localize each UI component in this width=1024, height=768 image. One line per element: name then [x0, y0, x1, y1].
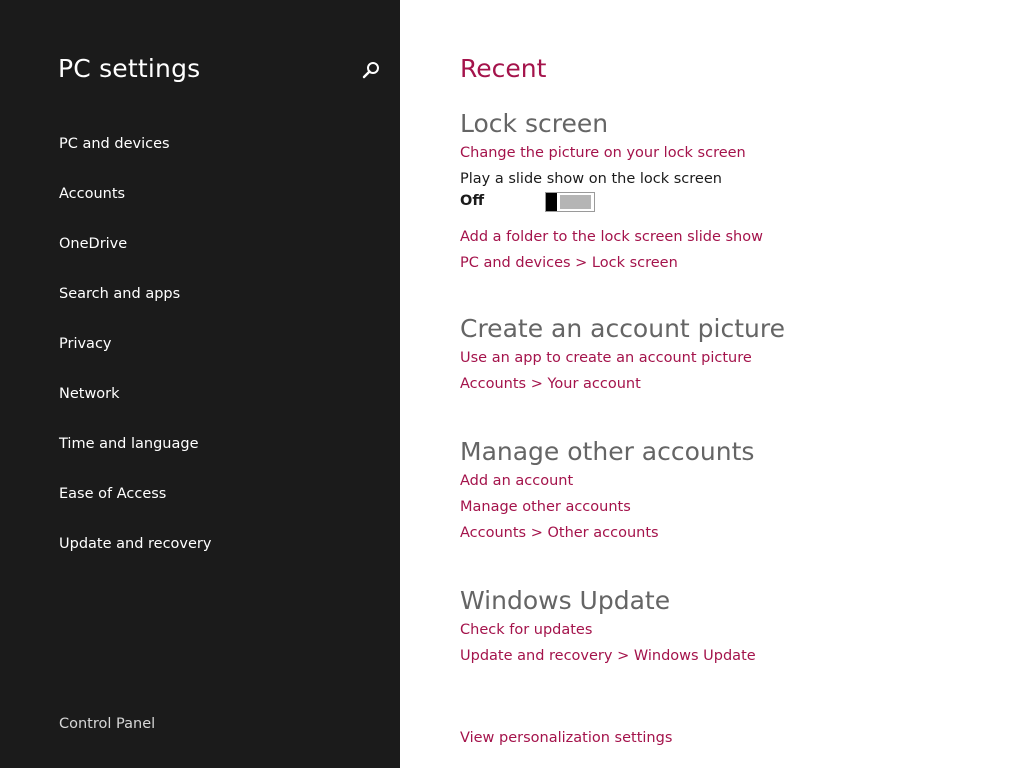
sidebar-nav: PC and devices Accounts OneDrive Search … [59, 132, 211, 582]
sidebar-item-search-and-apps[interactable]: Search and apps [59, 282, 211, 332]
lock-screen-section: Lock screen Change the picture on your l… [460, 108, 763, 276]
other-accounts-section: Manage other accounts Add an account Man… [460, 436, 754, 546]
sidebar-item-network[interactable]: Network [59, 382, 211, 432]
account-picture-title: Create an account picture [460, 314, 785, 343]
slideshow-label: Play a slide show on the lock screen [460, 171, 722, 187]
sidebar-item-update-and-recovery[interactable]: Update and recovery [59, 532, 211, 582]
sidebar-item-time-and-language[interactable]: Time and language [59, 432, 211, 482]
sidebar-item-privacy[interactable]: Privacy [59, 332, 211, 382]
slideshow-toggle[interactable] [545, 192, 595, 212]
other-accounts-title: Manage other accounts [460, 437, 755, 466]
slideshow-toggle-row: Off [460, 192, 763, 216]
sidebar-item-accounts[interactable]: Accounts [59, 182, 211, 232]
change-lock-picture-link[interactable]: Change the picture on your lock screen [460, 140, 763, 166]
control-panel-link[interactable]: Control Panel [59, 716, 155, 732]
search-icon [362, 62, 379, 79]
recent-heading: Recent [460, 54, 547, 83]
pc-settings-screen: PC settings PC and devices Accounts OneD… [0, 0, 1024, 768]
windows-update-breadcrumb-link[interactable]: Update and recovery > Windows Update [460, 643, 756, 669]
slideshow-toggle-state: Off [460, 193, 485, 209]
page-title: PC settings [58, 54, 201, 83]
toggle-track [560, 195, 591, 209]
sidebar-item-pc-and-devices[interactable]: PC and devices [59, 132, 211, 182]
sidebar-item-onedrive[interactable]: OneDrive [59, 232, 211, 282]
sidebar-item-ease-of-access[interactable]: Ease of Access [59, 482, 211, 532]
main-content: Recent Lock screen Change the picture on… [460, 0, 1000, 768]
windows-update-title: Windows Update [460, 586, 671, 615]
add-slideshow-folder-link[interactable]: Add a folder to the lock screen slide sh… [460, 224, 763, 250]
lock-screen-breadcrumb-link[interactable]: PC and devices > Lock screen [460, 250, 763, 276]
sidebar: PC settings PC and devices Accounts OneD… [0, 0, 400, 768]
manage-other-accounts-link[interactable]: Manage other accounts [460, 494, 754, 520]
check-for-updates-link[interactable]: Check for updates [460, 617, 756, 643]
toggle-thumb[interactable] [546, 193, 557, 211]
use-app-account-picture-link[interactable]: Use an app to create an account picture [460, 345, 785, 371]
add-account-link[interactable]: Add an account [460, 468, 754, 494]
other-accounts-breadcrumb-link[interactable]: Accounts > Other accounts [460, 520, 754, 546]
account-picture-section: Create an account picture Use an app to … [460, 313, 785, 397]
windows-update-section: Windows Update Check for updates Update … [460, 585, 756, 669]
lock-screen-title: Lock screen [460, 109, 609, 138]
search-button[interactable] [360, 60, 382, 82]
view-personalization-link[interactable]: View personalization settings [460, 725, 672, 751]
your-account-breadcrumb-link[interactable]: Accounts > Your account [460, 371, 785, 397]
